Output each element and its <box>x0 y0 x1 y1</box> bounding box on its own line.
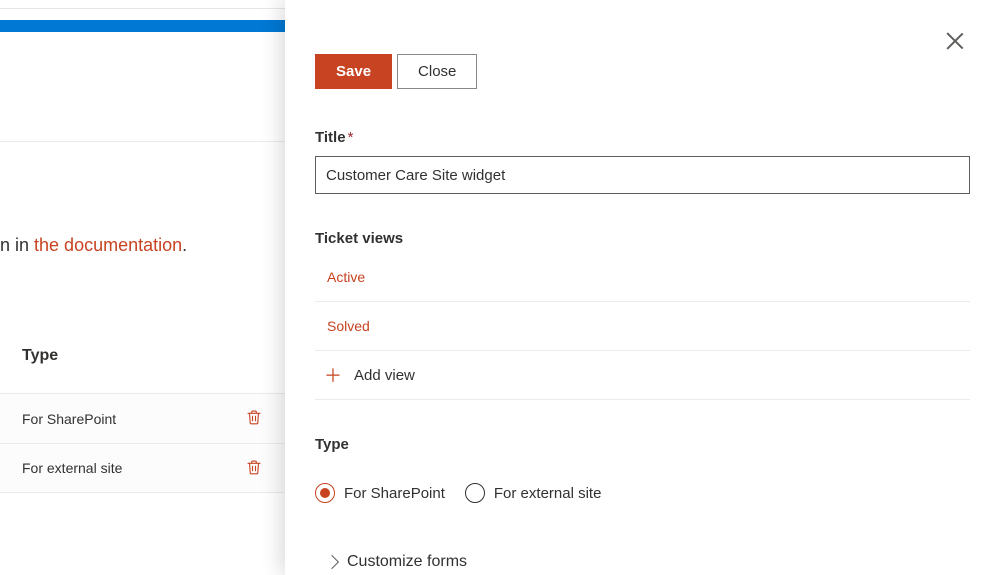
row-label: For external site <box>22 460 122 476</box>
row-label: For SharePoint <box>22 411 116 427</box>
ticket-view-item[interactable]: Solved <box>315 302 970 351</box>
type-label: Type <box>315 436 970 453</box>
doc-text-suffix: . <box>182 235 187 255</box>
background-table: Type For SharePoint For external site <box>0 335 285 493</box>
radio-icon <box>465 483 485 503</box>
close-icon[interactable] <box>946 32 964 50</box>
table-row[interactable]: For SharePoint <box>0 393 285 443</box>
doc-text-fragment: n in the documentation. <box>0 235 187 256</box>
ticket-view-item[interactable]: Active <box>315 253 970 302</box>
radio-label: For external site <box>494 485 602 502</box>
radio-label: For SharePoint <box>344 485 445 502</box>
plus-icon: ＋ <box>324 362 342 388</box>
save-button[interactable]: Save <box>315 54 392 89</box>
add-view-label: Add view <box>354 367 415 384</box>
add-view-button[interactable]: ＋ Add view <box>315 351 970 400</box>
edit-panel: Save Close Title* Ticket views Active So… <box>285 0 1000 575</box>
documentation-link[interactable]: the documentation <box>34 235 182 255</box>
radio-for-external[interactable]: For external site <box>465 483 602 503</box>
table-row[interactable]: For external site <box>0 443 285 493</box>
table-header-type: Type <box>0 335 285 393</box>
trash-icon[interactable] <box>245 458 263 479</box>
title-input[interactable] <box>315 156 970 194</box>
chevron-right-icon <box>325 555 339 569</box>
trash-icon[interactable] <box>245 408 263 429</box>
radio-icon <box>315 483 335 503</box>
ticket-views-label: Ticket views <box>315 230 970 247</box>
radio-for-sharepoint[interactable]: For SharePoint <box>315 483 445 503</box>
doc-text-prefix: n in <box>0 235 34 255</box>
close-button[interactable]: Close <box>397 54 477 89</box>
customize-forms-toggle[interactable]: Customize forms <box>315 553 970 571</box>
customize-forms-label: Customize forms <box>347 553 467 571</box>
title-label: Title* <box>315 129 970 146</box>
